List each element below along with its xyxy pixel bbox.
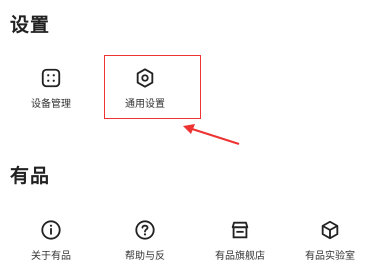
youpin-store-button[interactable]: 有品旗舰店 — [200, 219, 280, 271]
help-feedback-button[interactable]: 帮助与反 — [105, 219, 185, 271]
store-icon — [231, 221, 249, 239]
device-management-icon — [41, 68, 61, 88]
section-title-settings: 设置 — [10, 14, 51, 36]
cube-icon — [321, 220, 339, 240]
device-management-label: 设备管理 — [31, 99, 71, 110]
highlight-box — [104, 55, 201, 119]
help-feedback-label: 帮助与反 — [125, 251, 165, 262]
about-youpin-button[interactable]: 关于有品 — [11, 219, 91, 271]
section-title-youpin: 有品 — [10, 165, 51, 187]
youpin-lab-label: 有品实验室 — [305, 251, 355, 262]
youpin-store-label: 有品旗舰店 — [215, 251, 265, 262]
youpin-lab-button[interactable]: 有品实验室 — [290, 219, 370, 271]
about-youpin-label: 关于有品 — [31, 251, 71, 262]
annotation-arrow-icon — [183, 124, 240, 145]
info-icon — [41, 220, 61, 240]
device-management-button[interactable]: 设备管理 — [11, 67, 91, 119]
help-icon — [135, 220, 155, 240]
